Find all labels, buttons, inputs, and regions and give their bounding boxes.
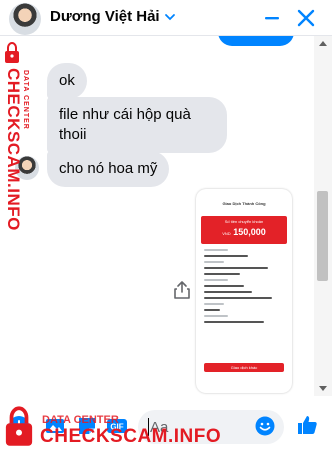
scroll-up-arrow-icon[interactable]	[319, 41, 327, 46]
close-icon[interactable]	[296, 8, 316, 28]
receipt-currency: VND	[222, 231, 231, 236]
scroll-down-arrow-icon[interactable]	[319, 386, 327, 391]
contact-name: Dương Việt Hải	[50, 8, 160, 25]
incoming-message: cho nó hoa mỹ	[47, 151, 170, 187]
lock-logo-icon	[5, 406, 33, 446]
watermark-brand: CHECKSCAM.INFO	[40, 426, 222, 447]
minimize-icon[interactable]	[262, 8, 282, 28]
receipt-details	[204, 249, 284, 327]
share-icon[interactable]	[173, 280, 191, 300]
receipt-title: Giao Dịch Thành Công	[222, 201, 266, 206]
watermark-tag: DATA CENTER	[42, 414, 119, 426]
scrollbar-thumb[interactable]	[317, 191, 328, 281]
shared-image-transfer-receipt[interactable]: Giao Dịch Thành Công Số tiền chuyển khoả…	[196, 189, 292, 393]
contact-name-menu[interactable]: Dương Việt Hải	[50, 8, 176, 25]
lock-logo-icon	[5, 42, 19, 63]
watermark-vertical: CHECKSCAM.INFO DATA CENTER	[0, 40, 34, 231]
incoming-message: ok	[47, 63, 87, 99]
incoming-message: file như cái hộp quà thoii	[47, 97, 227, 153]
receipt-amount: VND 150,000	[201, 227, 287, 237]
receipt-other-transaction-button: Giao dịch khác	[204, 363, 284, 372]
message-list: ok file như cái hộp quà thoii cho nó hoa…	[0, 36, 314, 396]
watermark-brand: CHECKSCAM.INFO	[4, 68, 23, 231]
emoji-icon[interactable]	[255, 416, 275, 436]
receipt-amount-value: 150,000	[233, 227, 266, 237]
receipt-amount-banner: Số tiền chuyển khoản VND 150,000	[201, 216, 287, 244]
receipt-button-label: Giao dịch khác	[230, 365, 258, 370]
watermark-bottom: DATA CENTER CHECKSCAM.INFO	[0, 404, 221, 451]
chat-header: Dương Việt Hải	[0, 0, 332, 36]
outgoing-message-bubble	[218, 36, 294, 46]
contact-avatar[interactable]	[9, 3, 41, 35]
message-scrollbar[interactable]	[314, 36, 332, 396]
receipt-subtitle: Số tiền chuyển khoản	[224, 219, 264, 224]
watermark-tag: DATA CENTER	[22, 70, 29, 130]
chevron-down-icon	[164, 13, 175, 20]
like-icon[interactable]	[296, 414, 318, 436]
